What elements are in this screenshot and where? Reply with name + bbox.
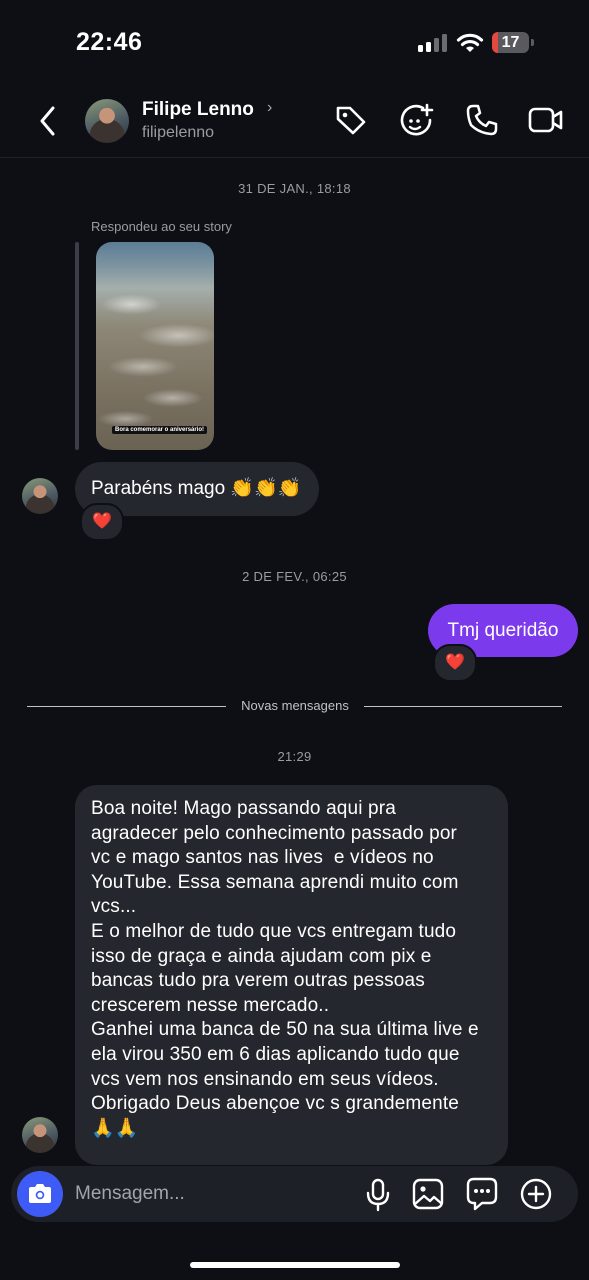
tag-icon: [336, 106, 366, 135]
contact-avatar[interactable]: [85, 99, 129, 143]
microphone-icon: [366, 1178, 390, 1212]
camera-icon: [29, 1184, 51, 1203]
timestamp: 21:29: [277, 749, 312, 764]
phone-icon: [466, 104, 498, 136]
wifi-icon: [456, 32, 484, 54]
chevron-right-icon: ›: [267, 99, 273, 116]
contact-name[interactable]: Filipe Lenno: [142, 99, 254, 121]
sticker-button[interactable]: [399, 102, 435, 138]
reaction-heart[interactable]: ❤️: [80, 503, 124, 541]
sender-avatar[interactable]: [22, 478, 58, 514]
message-bubble[interactable]: Boa noite! Mago passando aqui pra agrade…: [75, 785, 508, 1165]
tag-button[interactable]: [334, 103, 368, 137]
video-call-button[interactable]: [528, 104, 564, 136]
story-thumbnail[interactable]: Bora comemorar o aniversário!: [96, 242, 214, 450]
contact-username[interactable]: filipelenno: [142, 124, 214, 142]
sender-avatar[interactable]: [22, 1117, 58, 1153]
more-options-button[interactable]: [519, 1177, 553, 1211]
reaction-heart[interactable]: ❤️: [433, 644, 477, 682]
message-input[interactable]: Mensagem...: [75, 1183, 185, 1205]
status-time: 22:46: [76, 28, 143, 56]
divider-line: [27, 706, 226, 707]
reply-indicator: [75, 242, 79, 450]
home-indicator: [190, 1262, 400, 1268]
story-caption: Bora comemorar o aniversário!: [112, 426, 208, 434]
sticker-chat-button[interactable]: [466, 1177, 498, 1211]
cellular-signal-icon: [418, 34, 448, 52]
plus-circle-icon: [520, 1178, 552, 1210]
chevron-left-icon: [40, 106, 55, 136]
new-messages-label: Novas mensagens: [241, 698, 349, 713]
chat-bubble-icon: [466, 1177, 498, 1211]
gallery-button[interactable]: [412, 1178, 444, 1210]
battery-icon: 17: [492, 32, 534, 54]
timestamp: 2 DE FEV., 06:25: [242, 569, 347, 584]
timestamp: 31 DE JAN., 18:18: [238, 181, 351, 196]
reply-label: Respondeu ao seu story: [91, 219, 232, 234]
camera-button[interactable]: [17, 1171, 63, 1217]
back-button[interactable]: [36, 104, 60, 138]
gallery-icon: [412, 1178, 444, 1210]
battery-level: 17: [501, 34, 520, 51]
divider-line: [364, 706, 562, 707]
voice-message-button[interactable]: [364, 1178, 392, 1212]
video-camera-icon: [528, 107, 563, 133]
header-divider: [0, 157, 589, 158]
call-button[interactable]: [465, 103, 499, 137]
add-sticker-icon: [400, 103, 434, 136]
